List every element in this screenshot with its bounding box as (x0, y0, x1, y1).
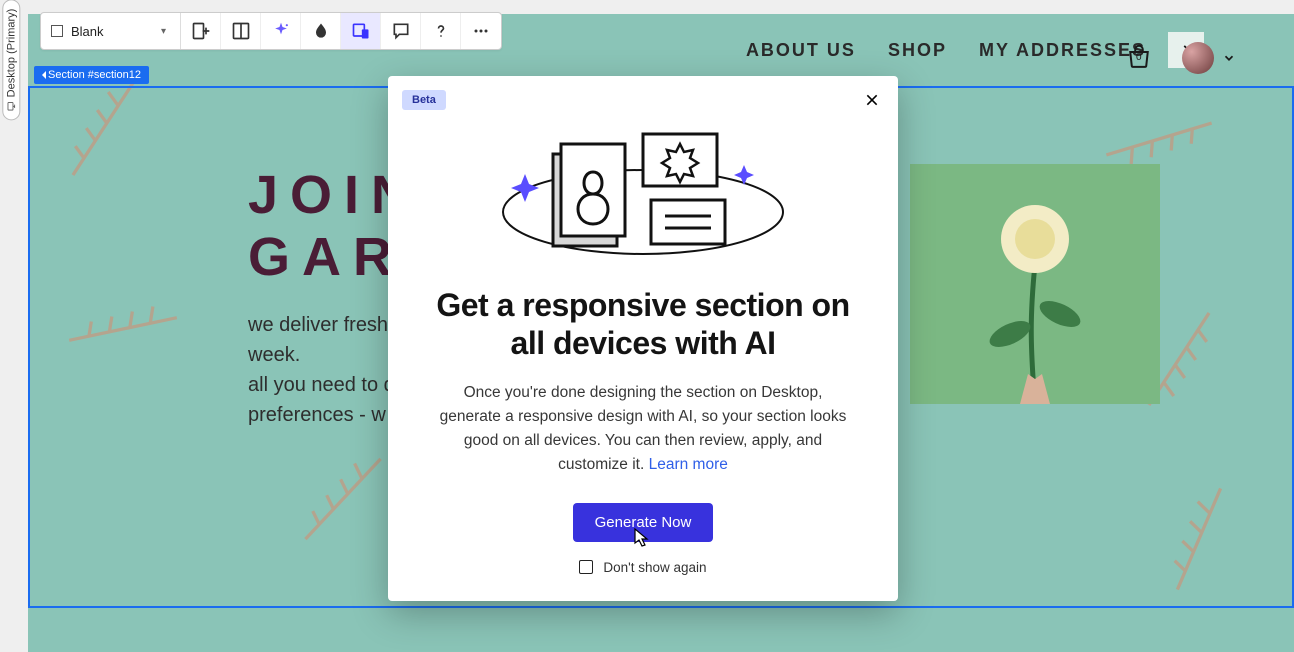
modal-body-text: Once you're done designing the section o… (440, 384, 847, 473)
modal-title: Get a responsive section on all devices … (388, 286, 898, 363)
ai-sparkle-button[interactable] (261, 13, 301, 49)
comment-button[interactable] (381, 13, 421, 49)
layout-preset-select[interactable]: Blank ▾ (41, 13, 181, 49)
panel-plus-icon (191, 21, 211, 41)
responsive-icon (351, 21, 371, 41)
add-panel-button[interactable] (181, 13, 221, 49)
more-button[interactable] (461, 13, 501, 49)
generate-now-button[interactable]: Generate Now (573, 503, 714, 542)
section-tag-label: Section #section12 (48, 69, 141, 81)
illustration-icon (493, 122, 793, 272)
learn-more-link[interactable]: Learn more (649, 456, 728, 473)
sparkle-icon (271, 21, 291, 41)
close-button[interactable] (860, 88, 884, 112)
checkbox-icon[interactable] (579, 560, 593, 574)
device-indicator-label: Desktop (Primary) (5, 9, 17, 98)
columns-icon (231, 21, 251, 41)
droplet-button[interactable] (301, 13, 341, 49)
help-button[interactable] (421, 13, 461, 49)
device-indicator[interactable]: Desktop (Primary) (0, 0, 22, 120)
dont-show-label: Don't show again (603, 560, 706, 575)
chevron-down-icon (1222, 51, 1236, 65)
editor-toolbar: Blank ▾ (40, 12, 502, 50)
hero-image[interactable] (910, 164, 1160, 404)
avatar (1182, 42, 1214, 74)
cart-button[interactable]: 0 (1124, 42, 1154, 77)
layout-columns-button[interactable] (221, 13, 261, 49)
ai-responsive-modal: Beta Get a responsive section on all dev… (388, 76, 898, 601)
nav-link-shop[interactable]: SHOP (888, 40, 947, 61)
modal-body: Once you're done designing the section o… (388, 381, 898, 477)
cart-badge: 0 (1136, 52, 1142, 63)
comment-icon (391, 21, 411, 41)
dont-show-again[interactable]: Don't show again (579, 560, 706, 575)
chevron-down-icon: ▾ (161, 26, 166, 37)
beta-badge: Beta (402, 90, 446, 110)
square-icon (51, 25, 63, 37)
more-icon (471, 21, 491, 41)
close-icon (864, 92, 880, 108)
monitor-icon (6, 101, 16, 111)
layout-preset-label: Blank (71, 24, 153, 39)
nav-link-addresses[interactable]: MY ADDRESSES (979, 40, 1146, 61)
profile-menu[interactable] (1182, 42, 1236, 74)
flower-icon (910, 164, 1160, 404)
help-icon (431, 21, 451, 41)
nav-link-about[interactable]: ABOUT US (746, 40, 856, 61)
section-tag[interactable]: Section #section12 (34, 66, 149, 84)
droplet-icon (311, 21, 331, 41)
responsive-button[interactable] (341, 13, 381, 49)
